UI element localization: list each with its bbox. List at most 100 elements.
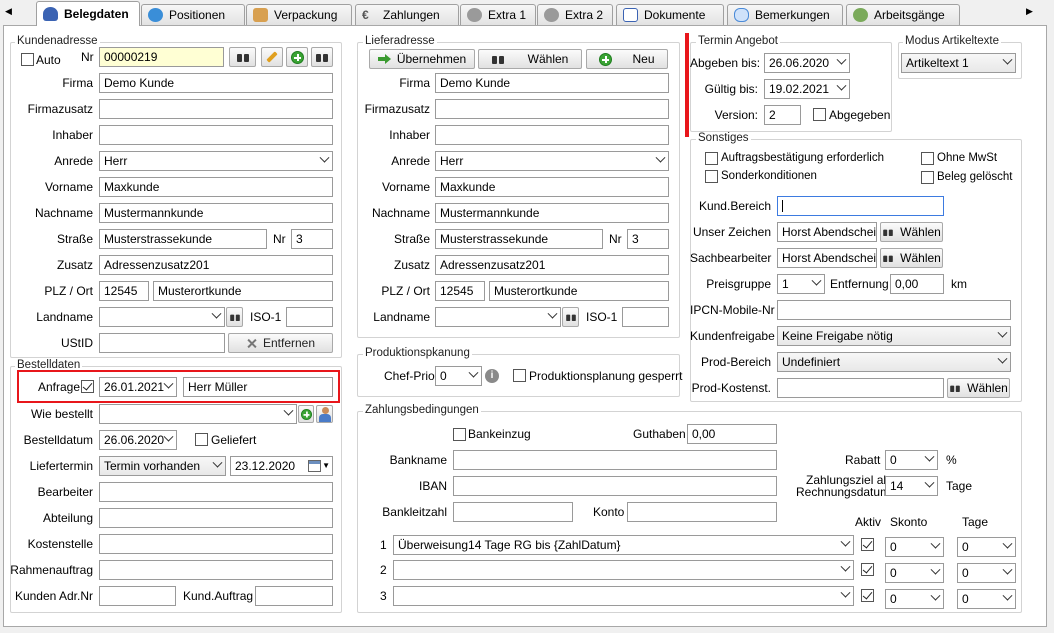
kunde-search-button[interactable] [229, 47, 256, 67]
preisgruppe-select[interactable]: 1 [777, 274, 825, 294]
zahlung-row-1-select[interactable]: Überweisung14 Tage RG bis {ZahlDatum} [393, 535, 854, 555]
info-icon[interactable]: i [485, 369, 499, 383]
auto-checkbox[interactable] [21, 53, 34, 66]
tab-positionen[interactable]: Positionen [141, 4, 245, 25]
sachbearbeiter-input[interactable]: Horst Abendschein [777, 248, 877, 268]
l-hausnr-input[interactable]: 3 [627, 229, 669, 249]
l-strasse-input[interactable]: Musterstrassekunde [435, 229, 603, 249]
tab-scroll-right-icon[interactable]: ▶ [1026, 6, 1033, 17]
ohne-mwst-checkbox[interactable] [921, 152, 934, 165]
kundennr-input[interactable]: 00000219 [99, 47, 224, 67]
bestelldatum-select[interactable]: 26.06.2020 [99, 430, 177, 450]
kunde-edit-button[interactable] [261, 47, 283, 67]
liefer-waehlen-button[interactable]: Wählen [478, 49, 582, 69]
kunde-find-button[interactable] [311, 47, 333, 67]
kundenfreigabe-select[interactable]: Keine Freigabe nötig [777, 326, 1011, 346]
unser-zeichen-waehlen-button[interactable]: Wählen [880, 222, 943, 242]
l-iso-input[interactable] [622, 307, 669, 327]
k-strasse-input[interactable]: Musterstrassekunde [99, 229, 267, 249]
calendar-icon[interactable] [308, 460, 321, 472]
k-plz-input[interactable]: 12545 [99, 281, 149, 301]
gueltig-bis-select[interactable]: 19.02.2021 [764, 79, 850, 99]
l-landname-select[interactable] [435, 307, 561, 327]
prod-kostenst-waehlen-button[interactable]: Wählen [947, 378, 1010, 398]
tab-belegdaten[interactable]: Belegdaten [36, 1, 140, 26]
kund-auftrag-input[interactable] [255, 586, 333, 606]
k-firmazusatz-input[interactable] [99, 99, 333, 119]
zahlung-row-2-skonto-select[interactable]: 0 [885, 563, 944, 583]
tab-dokumente[interactable]: Dokumente [616, 4, 724, 25]
chef-prio-select[interactable]: 0 [435, 366, 482, 386]
l-firmazusatz-input[interactable] [435, 99, 669, 119]
zahlung-row-1-skonto-select[interactable]: 0 [885, 537, 944, 557]
k-nachname-input[interactable]: Mustermannkunde [99, 203, 333, 223]
auftragsbestaetigung-checkbox[interactable] [705, 152, 718, 165]
k-ort-input[interactable]: Musterortkunde [153, 281, 333, 301]
bankname-input[interactable] [453, 450, 777, 470]
tab-verpackung[interactable]: Verpackung [246, 4, 352, 25]
kunden-adr-nr-input[interactable] [99, 586, 176, 606]
prod-bereich-select[interactable]: Undefiniert [777, 352, 1011, 372]
uebernehmen-button[interactable]: Übernehmen [369, 49, 475, 69]
tab-zahlungen[interactable]: € Zahlungen [355, 4, 459, 25]
zahlung-row-3-tage-select[interactable]: 0 [957, 589, 1016, 609]
k-landname-select[interactable] [99, 307, 225, 327]
zahlung-row-3-select[interactable] [393, 586, 854, 606]
rahmenauftrag-input[interactable] [99, 560, 333, 580]
modus-artikeltexte-select[interactable]: Artikeltext 1 [901, 53, 1016, 73]
zahlung-row-1-tage-select[interactable]: 0 [957, 537, 1016, 557]
rabatt-select[interactable]: 0 [885, 450, 938, 470]
k-hausnr-input[interactable]: 3 [291, 229, 333, 249]
l-plz-input[interactable]: 12545 [435, 281, 485, 301]
produktion-gesperrt-checkbox[interactable] [513, 369, 526, 382]
zahlung-row-2-select[interactable] [393, 560, 854, 580]
liefer-neu-button[interactable]: Neu [586, 49, 668, 69]
k-ustid-input[interactable] [99, 333, 225, 353]
abgeben-bis-select[interactable]: 26.06.2020 [764, 53, 850, 73]
bearbeiter-input[interactable] [99, 482, 333, 502]
abteilung-input[interactable] [99, 508, 333, 528]
l-ort-input[interactable]: Musterortkunde [489, 281, 669, 301]
l-zusatz-input[interactable]: Adressenzusatz201 [435, 255, 669, 275]
wie-bestellt-person-button[interactable] [316, 405, 333, 423]
geliefert-checkbox[interactable] [195, 433, 208, 446]
entfernung-input[interactable]: 0,00 [890, 274, 944, 294]
l-inhaber-input[interactable] [435, 125, 669, 145]
prod-kostenst-input[interactable] [777, 378, 944, 398]
k-firma-input[interactable]: Demo Kunde [99, 73, 333, 93]
bankleitzahl-input[interactable] [453, 502, 573, 522]
kostenstelle-input[interactable] [99, 534, 333, 554]
iban-input[interactable] [453, 476, 777, 496]
k-anrede-select[interactable]: Herr [99, 151, 333, 171]
zahlungsziel-select[interactable]: 14 [885, 476, 938, 496]
sonderkonditionen-checkbox[interactable] [705, 170, 718, 183]
liefertermin-select[interactable]: Termin vorhanden [99, 456, 226, 476]
tab-bemerkungen[interactable]: Bemerkungen [727, 4, 843, 25]
beleg-geloescht-checkbox[interactable] [921, 171, 934, 184]
tab-extra-2[interactable]: Extra 2 [537, 4, 613, 25]
tab-extra-1[interactable]: Extra 1 [460, 4, 536, 25]
l-firma-input[interactable]: Demo Kunde [435, 73, 669, 93]
zahlung-row-1-aktiv-checkbox[interactable] [861, 538, 874, 551]
l-nachname-input[interactable]: Mustermannkunde [435, 203, 669, 223]
k-inhaber-input[interactable] [99, 125, 333, 145]
zahlung-row-2-tage-select[interactable]: 0 [957, 563, 1016, 583]
l-vorname-input[interactable]: Maxkunde [435, 177, 669, 197]
anfrage-date-select[interactable]: 26.01.2021 [99, 377, 177, 397]
k-iso-input[interactable] [286, 307, 333, 327]
k-entfernen-button[interactable]: Entfernen [228, 333, 333, 353]
sachbearbeiter-waehlen-button[interactable]: Wählen [880, 248, 943, 268]
abgegeben-checkbox[interactable] [813, 108, 826, 121]
bankeinzug-checkbox[interactable] [453, 428, 466, 441]
anfrage-person-input[interactable]: Herr Müller [183, 377, 333, 397]
guthaben-input[interactable]: 0,00 [687, 424, 777, 444]
konto-input[interactable] [627, 502, 777, 522]
wie-bestellt-select[interactable] [99, 404, 297, 424]
k-zusatz-input[interactable]: Adressenzusatz201 [99, 255, 333, 275]
version-input[interactable]: 2 [764, 105, 801, 125]
kund-bereich-input[interactable] [777, 196, 944, 216]
tab-arbeitsgaenge[interactable]: Arbeitsgänge [846, 4, 960, 25]
k-vorname-input[interactable]: Maxkunde [99, 177, 333, 197]
unser-zeichen-input[interactable]: Horst Abendschein [777, 222, 877, 242]
k-land-search-button[interactable] [226, 307, 243, 327]
